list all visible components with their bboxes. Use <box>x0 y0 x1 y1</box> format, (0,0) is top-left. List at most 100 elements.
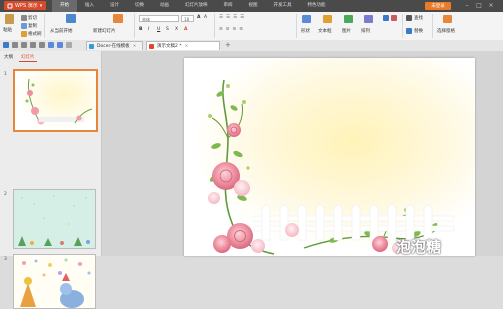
preview-icon[interactable] <box>30 42 36 48</box>
slide-canvas[interactable]: 泡泡糖 ppt.cn <box>184 58 475 256</box>
picture-button[interactable]: 图片 <box>342 28 351 34</box>
replace-button[interactable]: 替换 <box>414 28 423 34</box>
slide-thumbnail-pane: 大纲 幻灯片 1 2 3 <box>0 51 102 309</box>
font-size-select[interactable]: 18 <box>181 15 194 22</box>
maximize-icon[interactable]: □ <box>474 2 484 10</box>
tab-view[interactable]: 视图 <box>241 0 266 12</box>
ribbon-divider <box>44 14 45 38</box>
shadow-icon[interactable]: S <box>166 27 169 32</box>
shrink-font-icon[interactable]: A <box>204 15 207 20</box>
play-from-current-icon[interactable] <box>66 14 76 23</box>
save-icon[interactable] <box>3 42 9 48</box>
copy-icon[interactable] <box>21 23 27 29</box>
tab-slideshow[interactable]: 幻灯片放映 <box>177 0 216 12</box>
tab-slides[interactable]: 幻灯片 <box>19 53 37 62</box>
fill-icon[interactable] <box>391 15 397 21</box>
textbox-icon[interactable] <box>323 15 332 23</box>
doc-tab-docer[interactable]: Docer-在线模板 × <box>86 41 143 50</box>
paste-icon[interactable] <box>5 14 14 24</box>
find-button[interactable]: 查找 <box>414 15 423 21</box>
floral-slide-image <box>184 58 475 256</box>
font-name-select[interactable]: 宋体 <box>139 15 179 22</box>
close-icon[interactable]: × <box>486 2 496 10</box>
textbox-button[interactable]: 文本框 <box>318 28 332 34</box>
tab-animation[interactable]: 动画 <box>152 0 177 12</box>
new-slide-icon[interactable] <box>113 14 123 23</box>
slide-number: 3 <box>4 257 7 262</box>
tab-features[interactable]: 特色功能 <box>300 0 334 12</box>
login-button[interactable]: 未登录 <box>425 2 451 10</box>
menu-tabs: 开始 插入 设计 切换 动画 幻灯片放映 审阅 视图 开发工具 特色功能 <box>52 0 334 12</box>
cut-button[interactable]: 剪切 <box>28 15 37 21</box>
ribbon-divider <box>432 14 433 38</box>
tab-insert[interactable]: 插入 <box>77 0 102 12</box>
pane-tabs: 大纲 幻灯片 <box>2 53 37 62</box>
underline-icon[interactable]: U <box>157 27 160 32</box>
ribbon-toolbar: 粘贴 剪切 复制 格式刷 从当前开始 新建幻灯片 宋体 18 A A B I U… <box>0 12 503 41</box>
slide-thumbnail-3[interactable] <box>13 254 96 309</box>
bold-icon[interactable]: B <box>139 27 142 32</box>
paste-button[interactable]: 粘贴 <box>3 27 12 33</box>
print-icon[interactable] <box>21 42 27 48</box>
arrange-icon[interactable] <box>364 15 373 23</box>
strikethrough-icon[interactable]: X <box>175 27 178 32</box>
ribbon-divider <box>214 14 215 38</box>
arrange-button[interactable]: 排列 <box>361 28 370 34</box>
wps-app-label: WPS 演示 <box>15 3 38 9</box>
copy-button[interactable]: 复制 <box>28 23 37 29</box>
minimize-icon[interactable]: – <box>462 2 472 10</box>
slide-number: 1 <box>4 72 7 77</box>
italic-icon[interactable]: I <box>148 27 149 32</box>
shapes-icon[interactable] <box>302 15 311 23</box>
wps-app-menu-button[interactable]: WPS 演示 ▾ <box>4 1 46 10</box>
ribbon-divider <box>296 14 297 38</box>
tab-review[interactable]: 审阅 <box>216 0 241 12</box>
select-pane-button[interactable]: 选择窗格 <box>437 28 455 34</box>
from-current-button[interactable]: 从当前开始 <box>50 28 73 34</box>
title-bar: WPS 演示 ▾ 开始 插入 设计 切换 动画 幻灯片放映 审阅 视图 开发工具… <box>0 0 503 12</box>
close-tab-icon[interactable]: × <box>133 44 137 49</box>
redo-icon[interactable] <box>57 42 63 48</box>
grow-font-icon[interactable]: A <box>197 15 200 20</box>
docer-icon <box>89 44 94 49</box>
ribbon-divider <box>134 14 135 38</box>
tab-design[interactable]: 设计 <box>102 0 127 12</box>
find-icon[interactable] <box>406 15 412 21</box>
format-painter-icon[interactable] <box>21 31 27 37</box>
close-tab-icon[interactable]: × <box>185 44 189 49</box>
new-tab-icon[interactable]: + <box>225 41 231 49</box>
tab-developer[interactable]: 开发工具 <box>266 0 300 12</box>
cartoon-thumbnail-image <box>14 255 95 308</box>
wps-logo-icon <box>7 3 13 8</box>
export-icon[interactable] <box>39 42 45 48</box>
align-icon[interactable]: ≡≡≡≡ <box>219 27 246 32</box>
layout-icon[interactable] <box>383 15 389 21</box>
format-painter-button[interactable]: 格式刷 <box>28 31 42 37</box>
new-slide-button[interactable]: 新建幻灯片 <box>93 28 116 34</box>
slide-thumbnail-1[interactable] <box>13 69 98 132</box>
undo-icon[interactable] <box>48 42 54 48</box>
slide-number: 2 <box>4 192 7 197</box>
slide-thumbnail-2[interactable] <box>13 189 96 249</box>
replace-icon[interactable] <box>406 28 412 34</box>
tab-start[interactable]: 开始 <box>52 0 77 12</box>
doc-tab-label: 演示文稿2 * <box>157 44 182 49</box>
list-icon[interactable]: ☰☰☰☰ <box>219 15 247 20</box>
customize-icon[interactable] <box>66 42 72 48</box>
open-icon[interactable] <box>12 42 18 48</box>
select-pane-icon[interactable] <box>443 15 452 23</box>
tab-transition[interactable]: 切换 <box>127 0 152 12</box>
shapes-button[interactable]: 形状 <box>301 28 310 34</box>
ribbon-divider <box>402 14 403 38</box>
chevron-down-icon: ▾ <box>39 2 43 9</box>
mint-thumbnail-image <box>14 190 95 248</box>
tab-outline[interactable]: 大纲 <box>2 53 15 62</box>
floral-thumbnail-image <box>15 71 96 130</box>
doc-tab-presentation[interactable]: 演示文稿2 * × <box>146 41 220 50</box>
watermark-text: 泡泡糖 ppt.cn <box>396 238 442 256</box>
ppt-icon <box>149 44 154 49</box>
cut-icon[interactable] <box>21 15 27 21</box>
font-color-icon[interactable]: A <box>184 27 187 32</box>
picture-icon[interactable] <box>344 15 353 23</box>
doc-tab-label: Docer-在线模板 <box>97 44 130 49</box>
